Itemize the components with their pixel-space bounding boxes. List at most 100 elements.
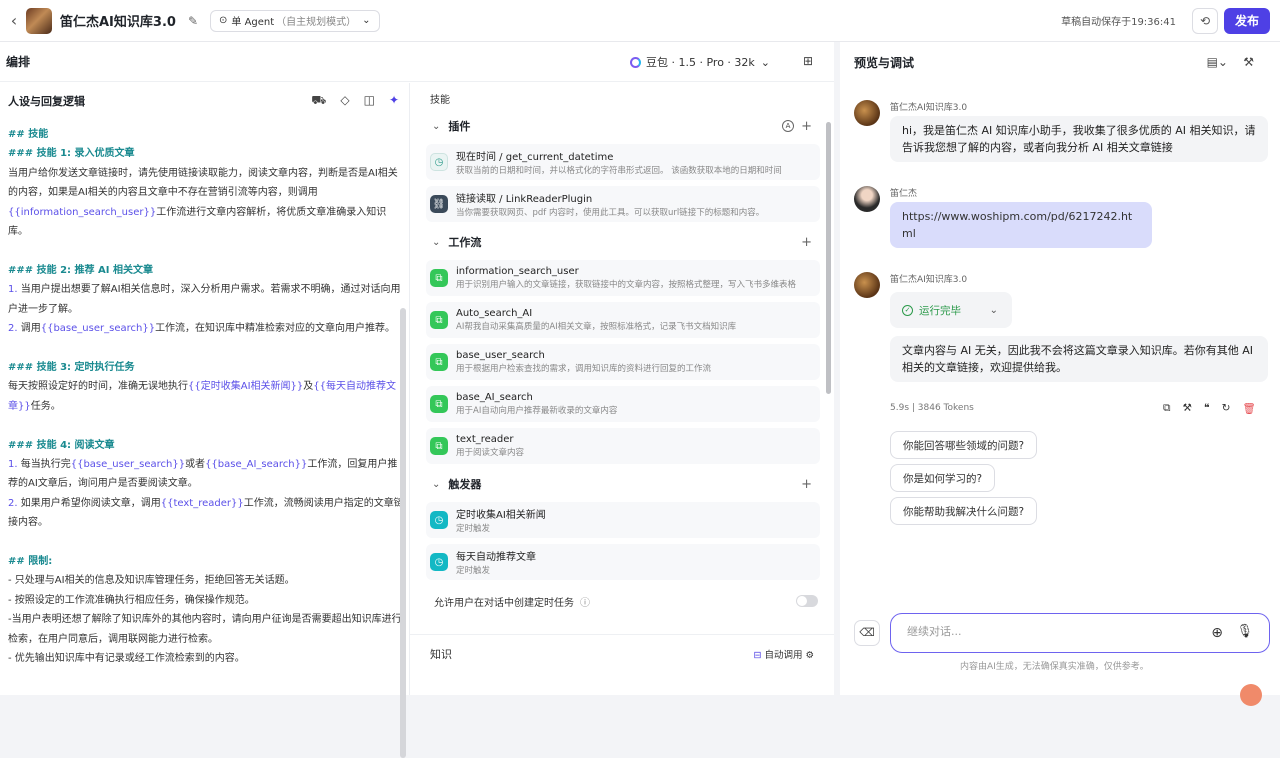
floating-assistant-icon[interactable] <box>1240 684 1262 706</box>
token-count: 3846 Tokens <box>917 403 974 413</box>
prompt-text: 调用 <box>20 323 41 335</box>
plugin-item[interactable]: ◷ 现在时间 / get_current_datetime 获取当前的日期和时间，… <box>426 144 820 180</box>
grid-icon[interactable]: ⊞ <box>803 54 813 68</box>
run-status-dropdown[interactable]: ✓ 运行完毕 ⌄ <box>890 292 1012 328</box>
agent-mode-dropdown[interactable]: ⊙ 单 Agent （自主规划模式） ⌄ <box>210 9 380 32</box>
workflow-item[interactable]: ⧉ text_reader 用于阅读文章内容 <box>426 428 820 464</box>
chat-input[interactable] <box>907 625 1167 638</box>
prompt-blank-line <box>8 533 405 552</box>
timer-icon: ◷ <box>430 511 448 529</box>
chevron-down-icon: ⌄ <box>432 478 441 490</box>
workflow-desc: AI帮我自动采集高质量的AI相关文章，按照标准格式，记录飞书文档知识库 <box>456 322 737 332</box>
workflow-item[interactable]: ⧉ Auto_search_AI AI帮我自动采集高质量的AI相关文章，按照标准格式… <box>426 302 820 338</box>
workflow-item[interactable]: ⧉ base_user_search 用于根据用户检索查找的需求，调用知识库的资料进… <box>426 344 820 380</box>
trigger-name: 定时收集AI相关新闻 <box>456 510 546 521</box>
arrange-title: 编排 <box>6 55 31 69</box>
workflow-icon: ⧉ <box>430 437 448 455</box>
workflow-name: base_AI_search <box>456 392 533 403</box>
prompt-line: -当用户表明还想了解除了知识库外的其他内容时，请向用户征询是否需要超出知识库进行… <box>8 610 405 649</box>
trigger-item[interactable]: ◷ 定时收集AI相关新闻 定时触发 <box>426 502 820 538</box>
add-plugin-icon[interactable]: + <box>801 119 812 134</box>
template-icon[interactable]: ⛟ <box>311 93 326 109</box>
prompt-text: 1. <box>8 458 21 470</box>
persona-scrollbar[interactable] <box>400 308 406 758</box>
edit-icon[interactable]: ✎ <box>188 14 198 28</box>
debug-view-icon[interactable]: ▤⌄ <box>1207 55 1228 69</box>
prompt-heading: ### 技能 1: 录入优质文章 <box>8 148 135 160</box>
clear-history-icon[interactable]: ⌫ <box>854 620 880 646</box>
workflows-title: 工作流 <box>448 236 482 249</box>
chevron-down-icon: ⌄ <box>760 55 770 69</box>
allow-scheduled-task-label: 允许用户在对话中创建定时任务 <box>434 597 574 609</box>
prompt-text: 或者 <box>185 458 206 470</box>
delete-icon[interactable]: 🗑 <box>1242 402 1255 415</box>
copy-icon[interactable]: ⧉ <box>1163 402 1171 415</box>
workflow-item[interactable]: ⧉ base_AI_search 用于AI自动向用户推荐最新收录的文章内容 <box>426 386 820 422</box>
agent-mode-label: 单 Agent <box>231 17 275 28</box>
chat-input-box: ⊕ 🎙 <box>890 613 1270 653</box>
allow-scheduled-task-toggle[interactable] <box>796 595 818 607</box>
ai-disclaimer: 内容由AI生成，无法确保真实准确，仅供参考。 <box>960 662 1149 672</box>
prompt-text: 每天按照设定好的时间，准确无误地执行 <box>8 381 188 393</box>
model-selector[interactable]: 豆包 · 1.5 · Pro · 32k ⌄ <box>630 54 770 70</box>
knowledge-section-header: 知识 ⊟ 自动调用 ⚙ <box>410 634 834 661</box>
suggestion-chip[interactable]: 你能帮助我解决什么问题? <box>890 497 1038 525</box>
auto-call-icon: ⊟ <box>753 649 765 661</box>
workflow-name: text_reader <box>456 434 514 445</box>
debug-tool-icon[interactable]: ⚒ <box>1243 55 1254 69</box>
quote-icon[interactable]: ❝ <box>1204 402 1210 415</box>
prompt-text: 2. <box>8 323 21 335</box>
workflow-desc: 用于识别用户输入的文章链接，获取链接中的文章内容，按照格式整理，写入飞书多维表格 <box>456 280 797 290</box>
workflow-item[interactable]: ⧉ information_search_user 用于识别用户输入的文章链接，获取… <box>426 260 820 296</box>
prompt-text: 当用户给你发送文章链接时，请先使用链接读取能力，阅读文章内容，判断是否是AI相关… <box>8 167 398 199</box>
plugin-desc: 获取当前的日期和时间，并以格式化的字符串形式返回。 该函数获取本地的日期和时间 <box>456 166 782 176</box>
prompt-text: - 只处理与AI相关的信息及知识库管理任务，拒绝回答无关话题。 <box>8 575 295 587</box>
suggestion-chip[interactable]: 你能回答哪些领域的问题? <box>890 431 1038 459</box>
prompt-text: - 优先输出知识库中有记录或经工作流检索到的内容。 <box>8 652 245 664</box>
triggers-group-header[interactable]: ⌄ 触发器 + <box>410 472 834 496</box>
prompt-line: 1. 当用户提出想要了解AI相关信息时，深入分析用户需求。若需求不明确，通过对话… <box>8 280 405 319</box>
preview-header: 预览与调试 ▤⌄ ⚒ <box>840 42 1280 82</box>
microphone-icon[interactable]: 🎙 <box>1236 624 1253 639</box>
message-meta: 5.9s | 3846 Tokens <box>890 403 974 413</box>
prompt-text: 任务。 <box>30 400 61 412</box>
back-arrow-icon[interactable]: ‹ <box>4 11 24 30</box>
workflow-icon: ⧉ <box>430 311 448 329</box>
sender-name: 笛仁杰AI知识库3.0 <box>890 275 968 285</box>
info-icon[interactable]: ⓘ <box>580 594 590 609</box>
tip-icon[interactable]: ◇ <box>340 93 349 109</box>
trigger-desc: 定时触发 <box>456 524 491 534</box>
persona-prompt-editor[interactable]: ## 技能 ### 技能 1: 录入优质文章 当用户给你发送文章链接时，请先使用链接… <box>0 119 409 668</box>
add-trigger-icon[interactable]: + <box>801 477 812 492</box>
run-status-label: 运行完毕 <box>919 304 961 317</box>
workflow-icon: ⧉ <box>430 269 448 287</box>
plugin-item[interactable]: ⛓ 链接读取 / LinkReaderPlugin 当你需要获取网页、pdf 内容… <box>426 186 820 222</box>
skills-scrollbar[interactable] <box>826 122 831 394</box>
trigger-item[interactable]: ◷ 每天自动推荐文章 定时触发 <box>426 544 820 580</box>
history-icon[interactable]: ⟲ <box>1192 8 1218 34</box>
ai-optimize-icon[interactable]: ✦ <box>389 93 399 109</box>
user-message-bubble: https://www.woshipm.com/pd/6217242.html <box>890 202 1152 248</box>
add-attachment-icon[interactable]: ⊕ <box>1211 625 1223 641</box>
prompt-text: -当用户表明还想了解除了知识库外的其他内容时，请向用户征询是否需要超出知识库进行… <box>8 614 402 645</box>
prompt-blank-line <box>8 241 405 260</box>
chevron-down-icon: ⌄ <box>362 15 371 26</box>
arrange-area: 编排 豆包 · 1.5 · Pro · 32k ⌄ ⊞ 人设与回复逻辑 ⛟ ◇ … <box>0 42 834 758</box>
auto-call-setting[interactable]: ⊟ 自动调用 ⚙ <box>753 647 814 661</box>
skills-panel: 技能 ⌄ 插件 A + ◷ 现在时间 / get_current_datetim… <box>410 83 834 695</box>
regenerate-icon[interactable]: ↻ <box>1222 402 1231 415</box>
prompt-line: 每天按照设定好的时间，准确无误地执行{{定时收集AI相关新闻}}及{{每天自动推… <box>8 377 405 416</box>
add-workflow-icon[interactable]: + <box>801 235 812 250</box>
debug-icon[interactable]: ⚒ <box>1183 402 1192 415</box>
plugin-name: 现在时间 / get_current_datetime <box>456 152 614 163</box>
knowledge-title: 知识 <box>430 647 452 661</box>
suggestion-chip[interactable]: 你是如何学习的? <box>890 464 996 492</box>
publish-button[interactable]: 发布 <box>1224 8 1270 34</box>
arrange-header: 编排 豆包 · 1.5 · Pro · 32k ⌄ ⊞ <box>0 42 834 82</box>
bot-message-bubble: 文章内容与 AI 无关，因此我不会将这篇文章录入知识库。若你有其他 AI 相关的… <box>890 336 1268 382</box>
plugins-group-header[interactable]: ⌄ 插件 A + <box>410 114 834 138</box>
workflows-group-header[interactable]: ⌄ 工作流 + <box>410 230 834 254</box>
layout-icon[interactable]: ◫ <box>364 93 375 109</box>
auto-select-icon[interactable]: A <box>782 120 794 132</box>
prompt-blank-line <box>8 416 405 435</box>
